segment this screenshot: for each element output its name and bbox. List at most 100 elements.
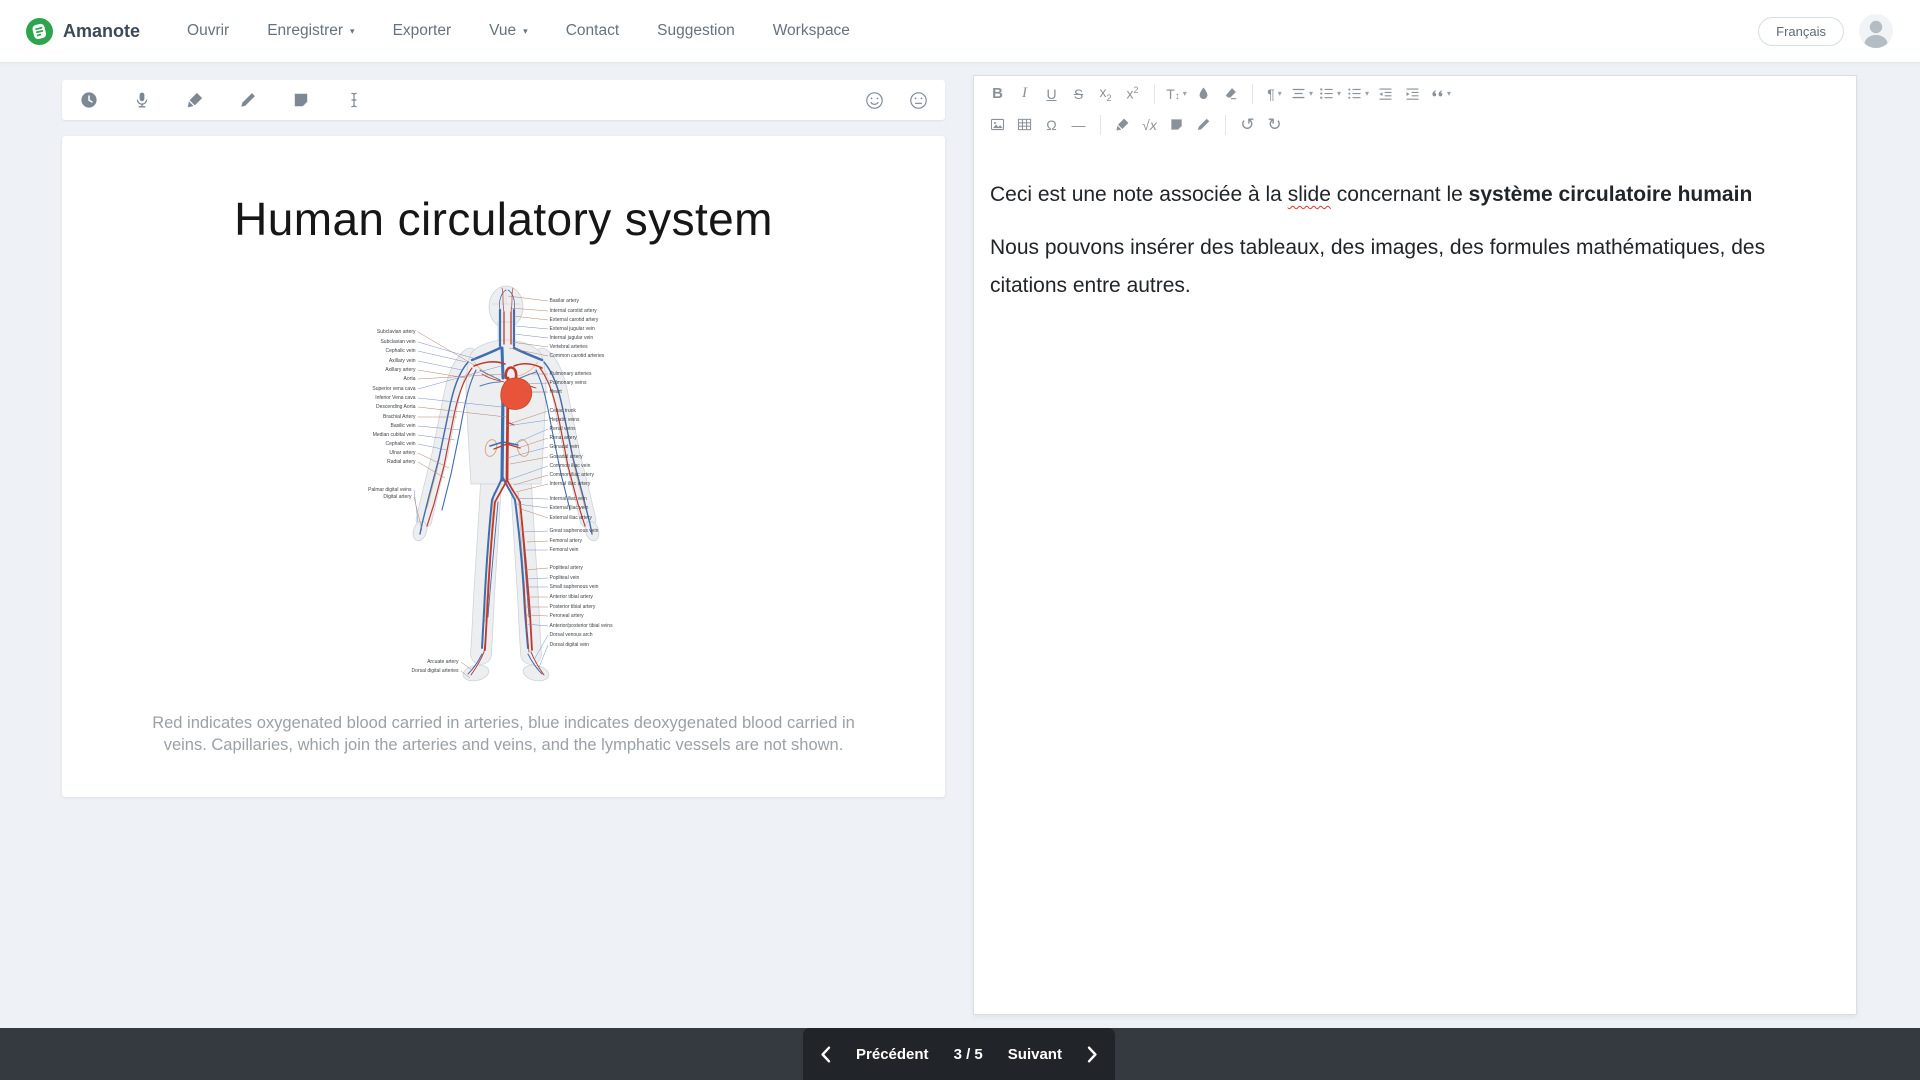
note-paragraph-2: Nous pouvons insérer des tableaux, des i… bbox=[990, 229, 1840, 305]
ordered-list-button[interactable]: ▾ bbox=[1316, 82, 1344, 106]
unordered-list-button[interactable]: ▾ bbox=[1344, 82, 1372, 106]
nav-item-contact[interactable]: Contact bbox=[547, 12, 638, 50]
quote-button[interactable]: ▾ bbox=[1426, 82, 1454, 106]
smiley-sad-button[interactable] bbox=[908, 90, 928, 110]
main-nav: Ouvrir Enregistrer▾ Exporter Vue▾ Contac… bbox=[168, 12, 1758, 50]
superscript-button[interactable]: x2 bbox=[1119, 82, 1146, 106]
align-button[interactable]: ▾ bbox=[1288, 82, 1316, 106]
leader-line bbox=[527, 578, 548, 579]
note-button[interactable] bbox=[1163, 113, 1190, 137]
quote-icon bbox=[1429, 86, 1444, 101]
leader-line bbox=[513, 316, 548, 320]
microphone-icon bbox=[133, 91, 151, 109]
note-button[interactable] bbox=[291, 90, 311, 110]
figure-label: Internal iliac vein bbox=[550, 496, 587, 503]
toolbar-separator bbox=[1225, 115, 1226, 135]
leader-line bbox=[418, 462, 445, 478]
leader-line bbox=[508, 466, 548, 480]
slide-toolbar-right bbox=[864, 90, 928, 110]
leader-line bbox=[512, 411, 548, 423]
indent-icon bbox=[1405, 86, 1420, 101]
align-icon bbox=[1291, 86, 1306, 101]
previous-button[interactable]: Précédent bbox=[850, 1045, 935, 1064]
text-color-icon bbox=[1196, 86, 1211, 101]
clock-button[interactable] bbox=[79, 90, 99, 110]
figure-label: Radial artery bbox=[387, 459, 415, 466]
nav-item-vue[interactable]: Vue▾ bbox=[470, 12, 547, 50]
ordered-list-icon bbox=[1319, 86, 1334, 101]
marker-button[interactable] bbox=[1109, 113, 1136, 137]
nav-item-enregistrer[interactable]: Enregistrer▾ bbox=[248, 12, 373, 50]
nav-item-ouvrir[interactable]: Ouvrir bbox=[168, 12, 248, 50]
marker-icon bbox=[186, 91, 204, 109]
misspelled-word: slide bbox=[1288, 183, 1331, 206]
undo-button[interactable]: ↺ bbox=[1234, 113, 1261, 137]
bold-button[interactable]: B bbox=[984, 82, 1011, 106]
horizontal-rule-button[interactable]: — bbox=[1065, 113, 1092, 137]
redo-icon: ↻ bbox=[1267, 117, 1281, 132]
figure-label: Dorsal digital arteries bbox=[412, 668, 459, 675]
subscript-button[interactable]: x2 bbox=[1092, 82, 1119, 106]
outdent-button[interactable] bbox=[1372, 82, 1399, 106]
footer-bar: Précédent 3 / 5 Suivant bbox=[0, 1028, 1920, 1080]
user-avatar[interactable] bbox=[1858, 13, 1894, 49]
leader-line bbox=[418, 407, 506, 417]
leader-line bbox=[418, 435, 455, 440]
leader-line bbox=[509, 348, 548, 356]
special-char-button[interactable]: Ω bbox=[1038, 113, 1065, 137]
language-button[interactable]: Français bbox=[1758, 17, 1844, 46]
paragraph-button[interactable]: ¶▾ bbox=[1261, 82, 1288, 106]
image-icon bbox=[990, 117, 1005, 132]
bold-icon: B bbox=[992, 85, 1003, 102]
redo-button[interactable]: ↻ bbox=[1261, 113, 1288, 137]
pencil-button[interactable] bbox=[238, 90, 258, 110]
text-cursor-button[interactable] bbox=[344, 90, 364, 110]
previous-chevron-button[interactable] bbox=[820, 1046, 831, 1063]
figure-label: Common iliac artery bbox=[550, 472, 594, 479]
formula-button[interactable]: √x bbox=[1136, 113, 1163, 137]
nav-item-exporter[interactable]: Exporter bbox=[374, 12, 471, 50]
unordered-list-icon bbox=[1347, 86, 1362, 101]
smiley-happy-button[interactable] bbox=[864, 90, 884, 110]
leader-line bbox=[418, 426, 461, 430]
clear-format-icon bbox=[1223, 86, 1238, 101]
italic-button[interactable]: I bbox=[1011, 82, 1038, 106]
image-button[interactable] bbox=[984, 113, 1011, 137]
figure-label: Gonadal artery bbox=[550, 454, 583, 461]
underline-button[interactable]: U bbox=[1038, 82, 1065, 106]
indent-button[interactable] bbox=[1399, 82, 1426, 106]
leader-line bbox=[526, 383, 548, 384]
slide-tools-card bbox=[62, 80, 945, 120]
table-button[interactable] bbox=[1011, 113, 1038, 137]
slide-pager: Précédent 3 / 5 Suivant bbox=[803, 1028, 1115, 1080]
text-color-button[interactable] bbox=[1190, 82, 1217, 106]
editor-toolbar-row2: Ω — √x ↺ ↻ bbox=[974, 107, 1856, 138]
microphone-button[interactable] bbox=[132, 90, 152, 110]
figure-label: Peroneal artery bbox=[550, 613, 584, 620]
chevron-down-icon: ▾ bbox=[1337, 89, 1341, 98]
note-paragraph-1: Ceci est une note associée à la slide co… bbox=[990, 176, 1840, 214]
note-content[interactable]: Ceci est une note associée à la slide co… bbox=[974, 138, 1856, 305]
nav-item-workspace[interactable]: Workspace bbox=[754, 12, 869, 50]
brand[interactable]: Amanote bbox=[26, 18, 140, 45]
horizontal-rule-icon: — bbox=[1072, 117, 1086, 133]
toolbar-separator bbox=[1100, 115, 1101, 135]
next-button[interactable]: Suivant bbox=[1002, 1045, 1068, 1064]
font-size-button[interactable]: T↕▾ bbox=[1163, 82, 1190, 106]
figure-label: Great saphenous vein bbox=[550, 528, 599, 535]
figure-label: Superior vena cava bbox=[372, 386, 415, 393]
leader-line bbox=[418, 398, 502, 407]
figure-label: Pulmonary arteries bbox=[550, 371, 592, 378]
next-chevron-button[interactable] bbox=[1087, 1046, 1098, 1063]
figure-label: Aorta bbox=[404, 376, 416, 383]
marker-button[interactable] bbox=[185, 90, 205, 110]
clear-format-button[interactable] bbox=[1217, 82, 1244, 106]
slide-caption: Red indicates oxygenated blood carried i… bbox=[132, 712, 875, 757]
pencil-button[interactable] bbox=[1190, 113, 1217, 137]
figure-label: Palmar digital veins bbox=[368, 487, 411, 494]
leader-line bbox=[418, 453, 449, 468]
strikethrough-button[interactable]: S bbox=[1065, 82, 1092, 106]
leader-line bbox=[534, 635, 548, 660]
leader-line bbox=[418, 342, 476, 359]
nav-item-suggestion[interactable]: Suggestion bbox=[638, 12, 754, 50]
